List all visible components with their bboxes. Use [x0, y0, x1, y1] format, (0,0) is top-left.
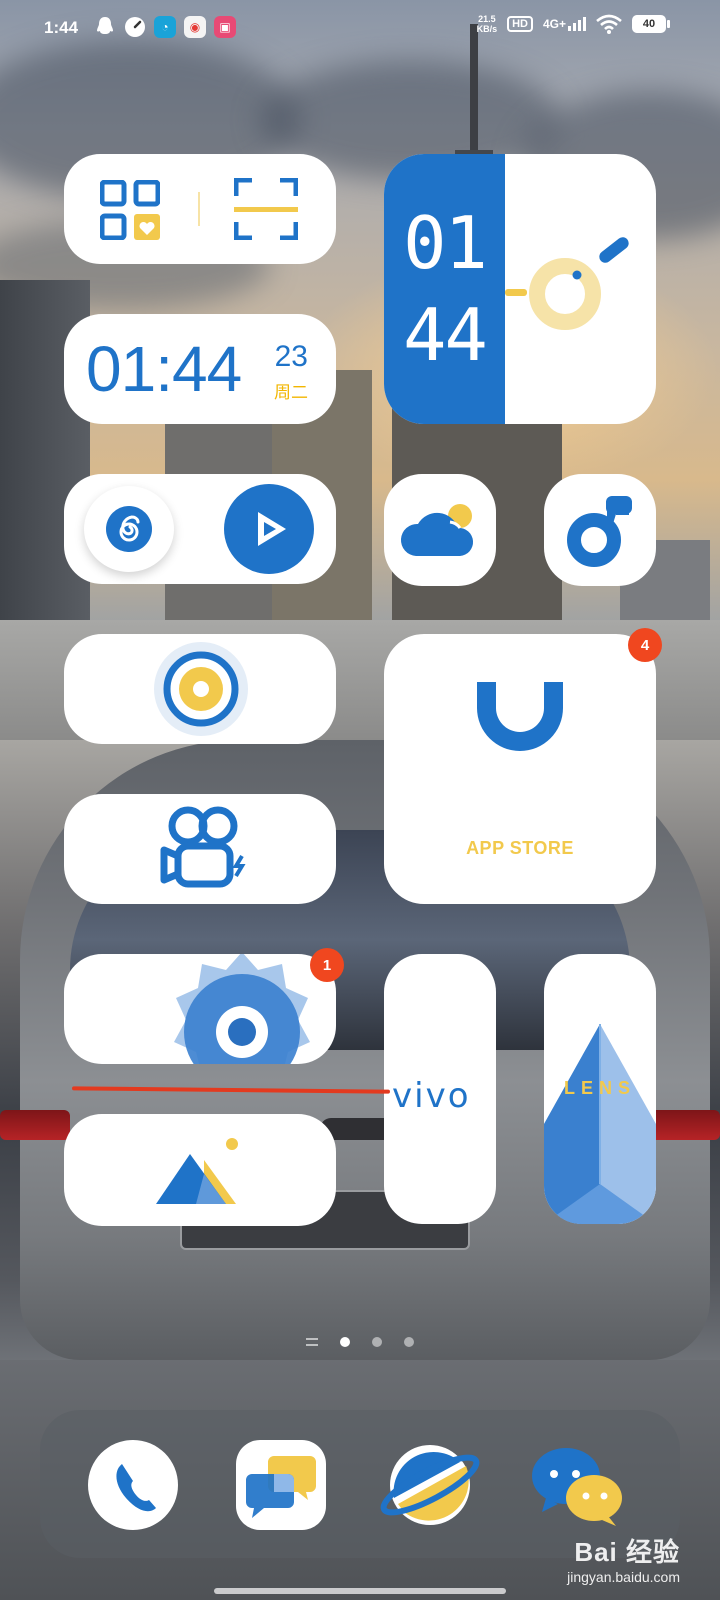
video-notification-icon: ▣	[214, 16, 236, 38]
settings-app[interactable]	[64, 954, 336, 1064]
big-clock-widget[interactable]: 01 44	[384, 154, 656, 424]
phone-app[interactable]	[88, 1440, 178, 1530]
home-indicator[interactable]	[214, 1588, 506, 1594]
video-recorder-app[interactable]	[64, 794, 336, 904]
phone-icon	[88, 1440, 178, 1530]
battery-icon: 40	[632, 15, 670, 33]
digital-clock-widget[interactable]: 01:44 23 周二	[64, 314, 336, 424]
lens-app[interactable]: LENS	[544, 954, 656, 1224]
big-clock-time: 01 44	[384, 154, 505, 424]
settings-badge: 1	[310, 948, 344, 982]
watermark-brand: Bai 经验	[574, 1537, 680, 1567]
weather-cloud-sun-icon	[400, 504, 474, 556]
app-store-app[interactable]: APP STORE	[384, 634, 656, 904]
music-video-widget	[64, 474, 336, 584]
music-note-icon	[567, 496, 632, 567]
status-time: 1:44	[44, 18, 79, 37]
vivo-app[interactable]: vivo	[384, 954, 496, 1224]
messages-icon	[236, 1440, 326, 1530]
browser-app[interactable]	[380, 1440, 480, 1530]
gallery-app[interactable]	[64, 1114, 336, 1226]
clock-date-day: 23	[274, 340, 308, 373]
settings-gear-icon	[174, 954, 310, 1064]
clock-time: 01:44	[86, 333, 242, 405]
cell-signal-icon: 4G+	[543, 17, 586, 31]
net-speed: 21.5 KB/s	[476, 14, 498, 34]
netease-music-app[interactable]	[84, 486, 174, 572]
page-dot-3[interactable]	[404, 1337, 414, 1347]
planet-browser-icon	[380, 1445, 480, 1525]
page-indicator[interactable]	[0, 1337, 720, 1347]
wechat-icon	[532, 1448, 622, 1526]
messages-app[interactable]	[236, 1440, 326, 1530]
page-indicator-menu-icon[interactable]	[306, 1338, 318, 1346]
gallery-mountain-icon	[156, 1138, 238, 1204]
scan-icon[interactable]	[234, 178, 298, 240]
app-store-icon	[477, 682, 563, 751]
clock-dial-icon	[505, 237, 629, 330]
speed-gauge-notification-icon	[124, 16, 146, 38]
camera-app[interactable]	[64, 634, 336, 744]
big-clock-minute: 44	[403, 293, 488, 377]
netease-music-icon	[106, 506, 152, 552]
movie-camera-icon	[160, 806, 246, 888]
wifi-icon	[596, 14, 622, 34]
weather-app[interactable]	[384, 474, 496, 586]
clock-weekday: 周二	[274, 383, 308, 403]
big-clock-hour: 01	[403, 201, 488, 285]
camera-lens-icon	[154, 642, 248, 736]
wechat-app[interactable]	[528, 1440, 628, 1530]
map-notification-icon: ◉	[184, 16, 206, 38]
qr-scan-widget[interactable]	[64, 154, 336, 264]
qq-notification-icon	[94, 16, 116, 38]
hd-voice-icon: HD	[507, 16, 533, 32]
browser-notification-icon: ◔	[154, 16, 176, 38]
page-dot-1[interactable]	[340, 1337, 350, 1347]
page-dot-2[interactable]	[372, 1337, 382, 1347]
baidu-jingyan-watermark: Bai 经验 jingyan.baidu.com	[567, 1532, 680, 1585]
vivo-logo-text: vivo	[392, 1076, 471, 1116]
watermark-url: jingyan.baidu.com	[567, 1569, 680, 1585]
lens-label: LENS	[563, 1078, 636, 1098]
qr-code-icon[interactable]	[100, 180, 160, 240]
video-player-app-icon[interactable]	[224, 484, 314, 574]
status-bar: 1:44 ◔ ◉ ▣ 21.5 KB/s HD 4G+ 40	[0, 0, 720, 58]
app-store-badge: 4	[628, 628, 662, 662]
app-store-label: APP STORE	[466, 838, 574, 858]
divider	[198, 192, 200, 226]
music-app[interactable]	[544, 474, 656, 586]
